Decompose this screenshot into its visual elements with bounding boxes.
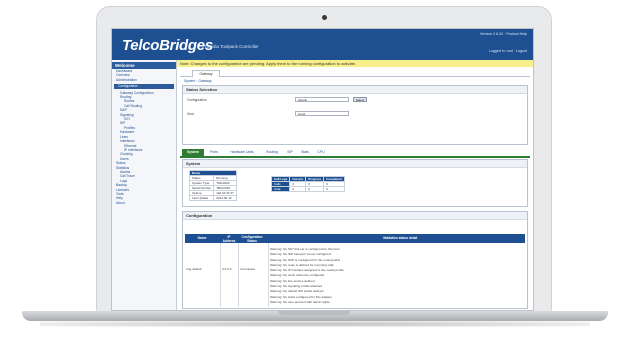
camera-icon — [322, 15, 327, 20]
tab-gateway[interactable]: Gateway — [192, 70, 220, 77]
call-table-cell: 0 — [289, 186, 307, 192]
sidebar-title: Welcome — [112, 62, 176, 69]
status-selection-title: Status Selection — [183, 86, 527, 94]
config-row-status: Incomplete — [240, 267, 256, 271]
col-config-status: Configuration Status — [241, 235, 263, 243]
tab-cpu[interactable]: CPU — [314, 149, 328, 156]
configuration-label: Configuration — [187, 98, 207, 102]
col-validation-detail: Validation status detail — [382, 236, 418, 240]
validation-detail-list: Warning: No SS7 link set is configured f… — [270, 247, 520, 305]
status-selection-panel: Status Selection Configuration default S… — [182, 85, 528, 145]
tab-sip[interactable]: SIP — [284, 149, 296, 156]
sidebar-item[interactable]: Configuration — [114, 84, 174, 89]
tab-routing[interactable]: Routing — [262, 149, 282, 156]
config-row-name[interactable]: tmg-default — [186, 267, 201, 271]
info-key: Serial Number — [188, 185, 215, 191]
breadcrumb[interactable]: System · Gateway — [184, 79, 212, 83]
tab-system[interactable]: System — [182, 149, 204, 156]
top-tab-bar: Gateway — [180, 69, 530, 77]
divider — [268, 243, 269, 307]
user-session[interactable]: Logged in: root · Logout — [489, 49, 527, 53]
info-value: 2014-06-12 — [213, 195, 237, 201]
table-row: Total 0 0 0 — [270, 186, 345, 192]
laptop-notch — [278, 311, 350, 315]
tab-stats[interactable]: Stats — [298, 149, 312, 156]
call-table-header: Completed — [323, 176, 345, 182]
divider — [238, 243, 239, 307]
sidebar-item[interactable]: Administration — [112, 78, 176, 82]
call-legs-table: Call Legs Current Progress Completed Calls 0 0… — [270, 176, 345, 192]
call-table-header: Call Legs — [270, 176, 291, 182]
product-subtitle: Tmedia Toolpack Controller — [204, 44, 259, 49]
sidebar-item[interactable]: About — [112, 201, 176, 205]
laptop-screen: TelcoBridges Tmedia Toolpack Controller … — [111, 28, 534, 311]
configuration-table-header: Name IP Address Configuration Status Val… — [185, 234, 525, 243]
select-button[interactable]: Select — [353, 97, 367, 102]
info-value: 12d 04:31:07 — [213, 190, 237, 196]
app-header: TelcoBridges Tmedia Toolpack Controller … — [112, 29, 533, 60]
system-info-table: Name Status Running System Type TMG3200 Seria… — [188, 170, 237, 201]
host-select[interactable]: host1 — [295, 111, 349, 116]
col-ip-address: IP Address — [222, 235, 236, 243]
call-table-cell: 0 — [323, 186, 345, 192]
laptop-shadow — [40, 321, 590, 327]
config-row-ip: 0.0.0.0 — [222, 267, 232, 271]
tab-hardware-units[interactable]: Hardware Units — [224, 149, 260, 156]
configuration-panel-title: Configuration — [183, 212, 527, 220]
host-label: Host — [187, 112, 194, 116]
tab-ports[interactable]: Ports — [206, 149, 222, 156]
info-key: Last Update — [188, 195, 215, 201]
system-panel: System Name Status Running System Type TMG32… — [182, 159, 528, 207]
col-name: Name — [197, 236, 207, 240]
validation-detail-line: Warning: No user account with admin righ… — [270, 299, 330, 304]
group-tab-bar: System Ports Hardware Units Routing SIP … — [180, 149, 530, 158]
pending-changes-banner[interactable]: Note: Changes to the configuration are p… — [177, 60, 533, 67]
call-table-header: Progress — [305, 176, 325, 182]
table-row: Last Update 2014-06-12 — [188, 195, 237, 201]
sidebar-nav: Welcome Dashboard Overview Administration C… — [112, 60, 177, 310]
configuration-select[interactable]: default — [295, 97, 349, 102]
brand-logo[interactable]: TelcoBridges — [122, 37, 213, 54]
header-links[interactable]: Version 2.6.34 · Product Help — [480, 32, 527, 36]
divider — [220, 243, 221, 307]
main-content: Gateway System · Gateway Status Selectio… — [180, 69, 530, 309]
system-panel-title: System — [183, 160, 527, 168]
call-table-cell: 0 — [305, 186, 325, 192]
call-table-cell: Total — [270, 186, 291, 192]
